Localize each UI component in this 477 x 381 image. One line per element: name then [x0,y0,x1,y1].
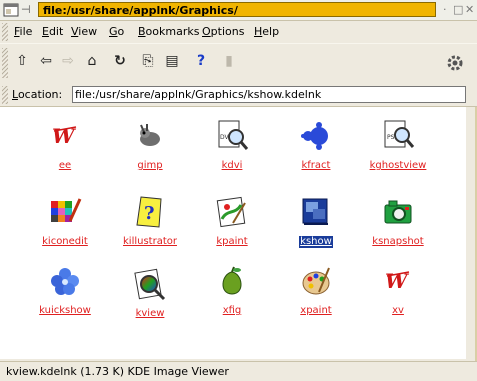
icon-label: gimp [137,160,163,171]
icon-item-kfract[interactable]: kfract [276,119,356,172]
icon-label: kpaint [216,236,248,247]
copy-icon[interactable]: ⎘ [138,50,158,72]
svg-text:?: ? [144,203,155,224]
location-input[interactable] [72,86,466,103]
help-icon[interactable]: ? [191,50,211,72]
menu-bookmarks[interactable]: Bookmarks [138,24,199,40]
kde-gear-icon[interactable] [446,54,464,72]
icon-item-kiconedit[interactable]: kiconedit [25,195,105,248]
icon-label: xfig [222,305,242,316]
menu-view[interactable]: View [71,24,97,40]
title-bar[interactable]: ⊣ file:/usr/share/applnk/Graphics/ · □ ✕ [0,0,477,21]
reload-icon[interactable]: ↻ [110,50,130,72]
icon-label: kghostview [369,160,427,171]
menu-options[interactable]: Options [202,24,244,40]
menubar-grip-icon[interactable] [2,23,8,41]
icon-view[interactable]: W ee gimp DVI kdvi kfract PS kghostview … [0,107,466,359]
icon-label: ee [58,160,72,171]
icon-label: kuickshow [39,305,91,316]
maximize-button[interactable]: □ [453,2,463,18]
kiconedit-icon [51,198,82,222]
svg-text:PS: PS [387,134,395,141]
ee-icon: W [52,124,77,148]
locationbar-grip-icon[interactable] [2,86,8,104]
window-title: file:/usr/share/applnk/Graphics/ [38,2,436,17]
icon-label: xv [392,305,404,316]
toolbar-grip-icon[interactable] [2,48,8,78]
menu-file[interactable]: File [14,24,32,40]
xpaint-icon [302,267,330,295]
icon-item-gimp[interactable]: gimp [110,119,190,172]
status-text: kview.kdelnk (1.73 K) KDE Image Viewer [6,365,229,378]
icon-label: ksnapshot [372,236,424,247]
icon-label: killustrator [123,236,177,247]
home-icon[interactable]: ⌂ [82,50,102,72]
app-menu-icon[interactable] [3,2,19,18]
menu-go[interactable]: Go [109,24,124,40]
kdvi-icon: DVI [218,120,249,150]
icon-label: kshow [299,236,333,248]
icon-item-ksnapshot[interactable]: ksnapshot [358,195,438,248]
kpaint-icon [216,196,246,228]
menu-bar: File Edit View Go Bookmarks Options Help [0,21,477,43]
xv-icon: W [385,269,410,293]
icon-item-kuickshow[interactable]: kuickshow [25,264,105,317]
icon-label: kiconedit [42,236,88,247]
killustrator-icon: ? [136,196,162,228]
toolbar: ⇧ ⇦ ⇨ ⌂ ↻ ⎘ ▤ ? ▮ [0,43,477,85]
location-label: Location: [12,88,63,101]
icon-item-ee[interactable]: W ee [25,119,105,172]
minimize-button[interactable]: · [443,2,447,18]
icon-item-xv[interactable]: W xv [358,264,438,317]
kghostview-icon: PS [384,120,415,148]
icon-label: kfract [301,160,331,171]
icon-item-xfig[interactable]: xfig [192,264,272,317]
icon-item-xpaint[interactable]: xpaint [276,264,356,317]
icon-item-kghostview[interactable]: PS kghostview [358,119,438,172]
xfig-icon [222,266,242,295]
kfract-icon [301,122,328,150]
ksnapshot-icon [384,200,412,224]
close-button[interactable]: ✕ [465,2,474,18]
icon-item-killustrator[interactable]: ? killustrator [110,195,190,248]
back-arrow-icon[interactable]: ⇦ [36,50,56,72]
kview-icon [134,268,166,301]
file-manager-window: ⊣ file:/usr/share/applnk/Graphics/ · □ ✕… [0,0,477,381]
kuickshow-icon [51,268,79,295]
status-bar: kview.kdelnk (1.73 K) KDE Image Viewer [0,361,477,381]
gimp-icon [140,124,160,146]
icon-label: xpaint [300,305,332,316]
stop-icon[interactable]: ▮ [219,50,239,72]
kshow-icon [302,198,328,225]
location-bar: Location: [0,84,477,107]
menu-help[interactable]: Help [254,24,279,40]
forward-arrow-icon[interactable]: ⇨ [58,50,78,72]
pin-icon[interactable]: ⊣ [21,2,33,18]
icon-item-kpaint[interactable]: kpaint [192,195,272,248]
menu-edit[interactable]: Edit [42,24,63,40]
icon-item-kshow[interactable]: kshow [276,195,356,248]
icon-label: kview [135,308,165,319]
icon-item-kview[interactable]: kview [110,267,190,320]
icon-label: kdvi [221,160,243,171]
paste-icon[interactable]: ▤ [162,50,182,72]
up-arrow-icon[interactable]: ⇧ [12,50,32,72]
icon-item-kdvi[interactable]: DVI kdvi [192,119,272,172]
